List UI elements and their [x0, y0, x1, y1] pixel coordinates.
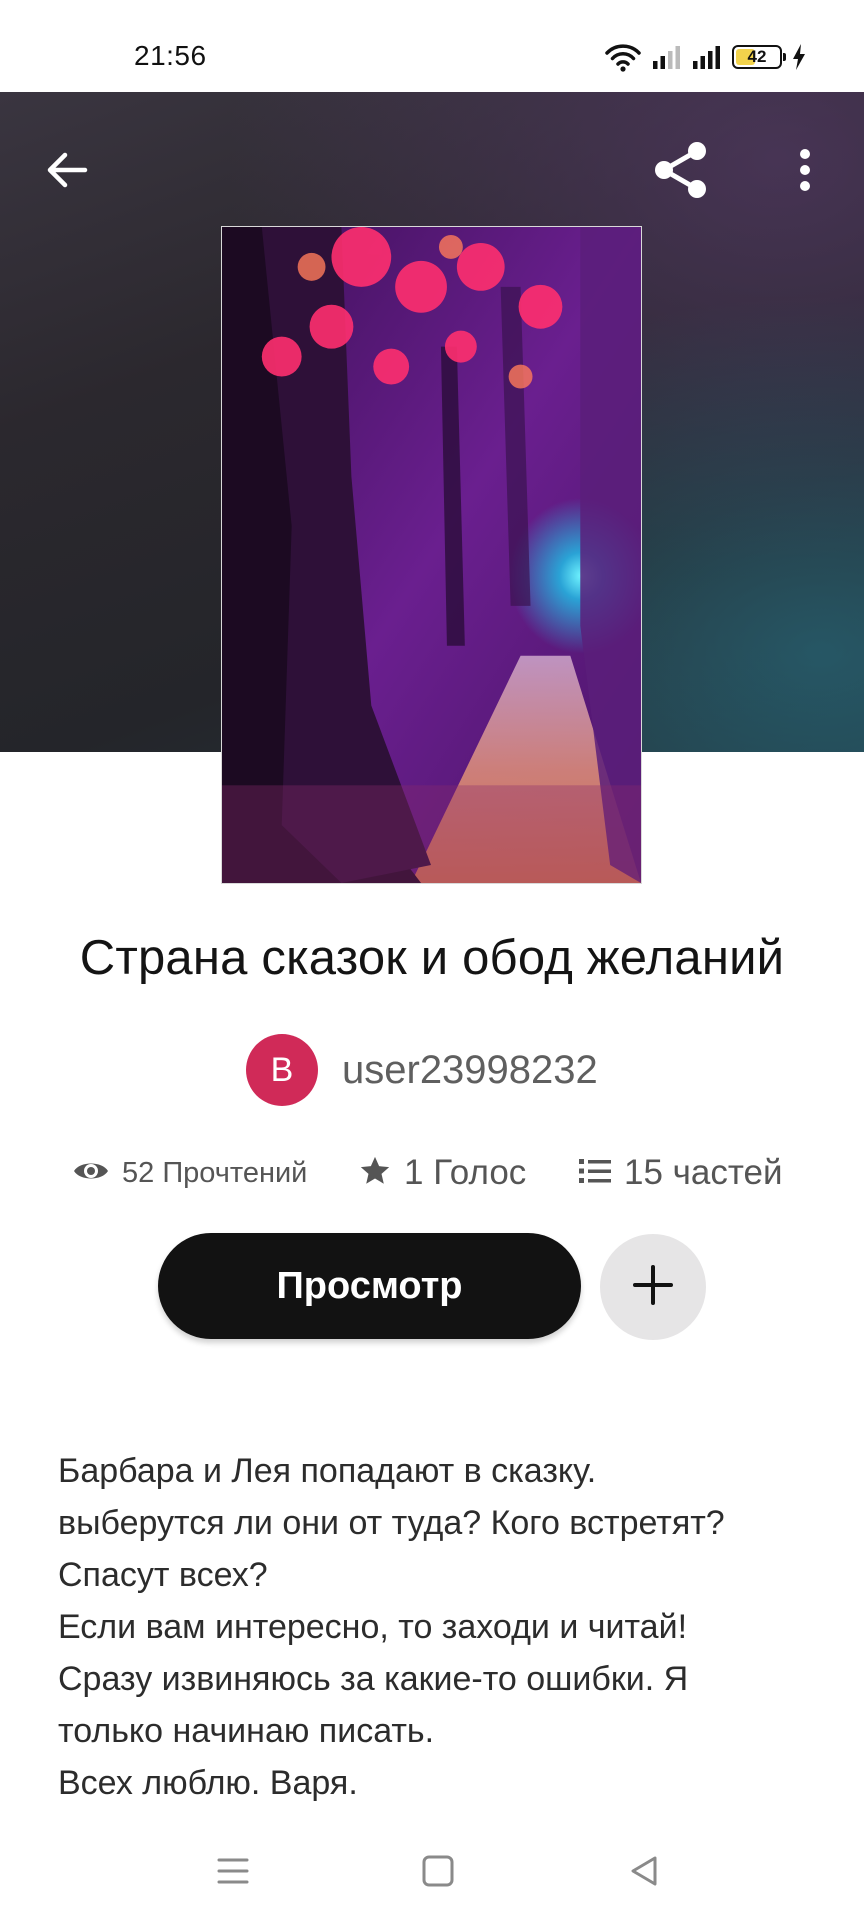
- votes-stat: 1 Голос: [358, 1148, 526, 1198]
- description-line: только начинаю писать.: [58, 1712, 435, 1750]
- plus-icon: [631, 1263, 675, 1312]
- description-line: Если вам интересно, то заходи и читай!: [58, 1608, 688, 1646]
- reads-stat: 52 Прочтений: [72, 1148, 307, 1198]
- read-button[interactable]: Просмотр: [158, 1233, 581, 1339]
- battery-level: 42: [747, 47, 767, 66]
- status-icons: 42: [604, 40, 806, 74]
- back-button[interactable]: [27, 132, 107, 212]
- more-options-button[interactable]: [765, 132, 845, 212]
- share-icon: [650, 140, 712, 205]
- back-icon: [627, 1854, 661, 1893]
- story-cover-image[interactable]: [221, 226, 642, 884]
- share-button[interactable]: [641, 132, 721, 212]
- description-line: Сразу извиняюсь за какие-то ошибки. Я: [58, 1660, 689, 1698]
- add-to-library-button[interactable]: [600, 1234, 706, 1340]
- home-icon: [421, 1854, 455, 1893]
- description-line: выберутся ли они от туда? Кого встретят?: [58, 1504, 725, 1542]
- battery-icon: 42: [732, 45, 786, 69]
- story-stats: 52 Прочтений 1 Голос 15 частей: [0, 1148, 864, 1198]
- parts-stat: 15 частей: [578, 1148, 783, 1198]
- eye-icon: [72, 1158, 110, 1189]
- wifi-icon: [604, 42, 642, 72]
- star-icon: [358, 1154, 392, 1193]
- more-vertical-icon: [798, 148, 812, 197]
- status-time: 21:56: [134, 40, 207, 71]
- description-line: Всех люблю. Варя.: [58, 1764, 358, 1802]
- votes-count: 1 Голос: [404, 1153, 527, 1192]
- description-line: Спасут всех?: [58, 1556, 268, 1594]
- story-title: Страна сказок и обод желаний: [79, 931, 785, 985]
- system-navigation-bar: [0, 1826, 864, 1920]
- back-arrow-icon: [45, 150, 89, 195]
- signal-icon: [652, 44, 682, 70]
- author-link[interactable]: B user23998232: [246, 1033, 598, 1107]
- signal-icon: [692, 44, 722, 70]
- recent-apps-button[interactable]: [198, 1838, 268, 1908]
- status-bar: 21:56 42: [0, 0, 864, 92]
- system-back-button[interactable]: [609, 1838, 679, 1908]
- charging-icon: [792, 44, 806, 70]
- list-icon: [578, 1156, 612, 1191]
- parts-count: 15 частей: [624, 1153, 783, 1192]
- author-name[interactable]: user23998232: [342, 1048, 598, 1093]
- story-description: Барбара и Лея попадают в сказку. выберут…: [58, 1445, 818, 1809]
- reads-count: 52 Прочтений: [122, 1156, 308, 1189]
- home-button[interactable]: [403, 1838, 473, 1908]
- avatar[interactable]: B: [246, 1034, 318, 1106]
- story-details-screen: 21:56 42 Страна сказок и обод желаний B …: [0, 0, 864, 1920]
- description-line: Барбара и Лея попадают в сказку.: [58, 1452, 597, 1490]
- menu-icon: [215, 1856, 251, 1891]
